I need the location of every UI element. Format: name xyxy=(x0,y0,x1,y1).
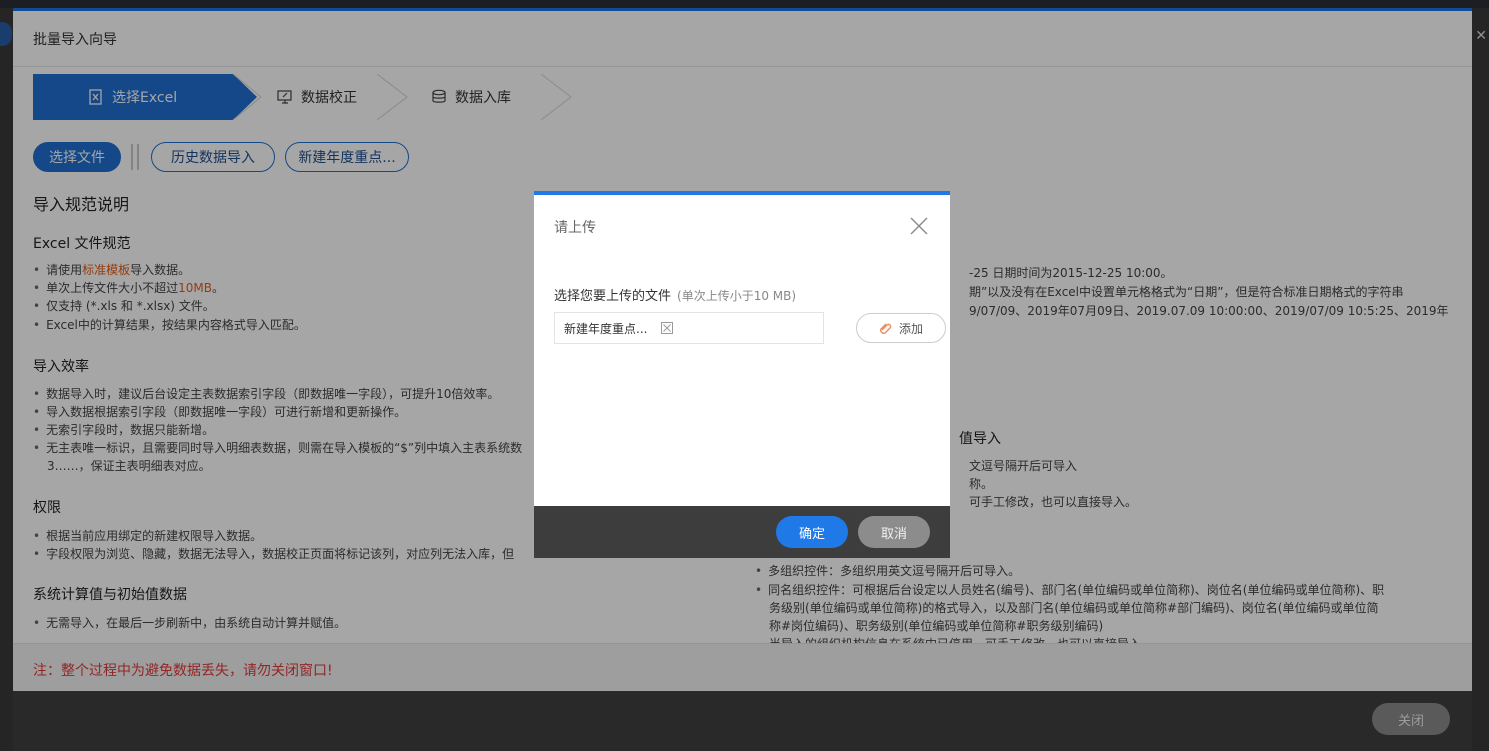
file-name: 新建年度重点... xyxy=(564,321,648,336)
upload-modal: 请上传 选择您要上传的文件 (单次上传小于10 MB) 新建年度重点... 添加 … xyxy=(534,191,950,558)
remove-file-icon[interactable] xyxy=(661,322,674,334)
selected-file-field[interactable]: 新建年度重点... xyxy=(554,312,824,344)
attachment-icon xyxy=(880,323,892,334)
modal-footer: 确定 取消 xyxy=(534,506,950,558)
close-icon[interactable] xyxy=(908,215,930,237)
confirm-button[interactable]: 确定 xyxy=(776,516,848,548)
add-button-label: 添加 xyxy=(898,321,923,336)
upload-size-hint: (单次上传小于10 MB) xyxy=(677,289,797,303)
modal-title: 请上传 xyxy=(554,220,596,236)
add-file-button[interactable]: 添加 xyxy=(856,313,946,343)
upload-label: 选择您要上传的文件 (单次上传小于10 MB) xyxy=(554,289,797,304)
cancel-button[interactable]: 取消 xyxy=(858,516,930,548)
